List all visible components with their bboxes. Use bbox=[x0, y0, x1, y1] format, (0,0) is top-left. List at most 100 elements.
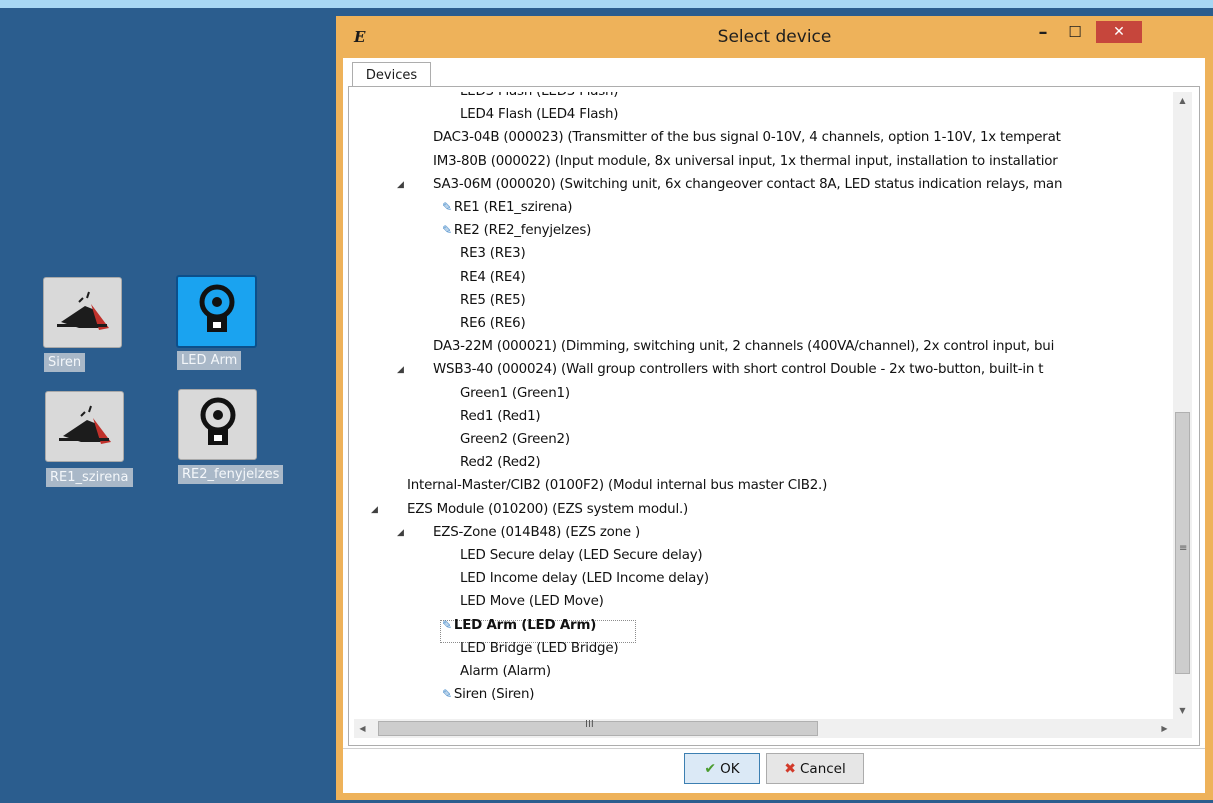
maximize-button[interactable]: ☐ bbox=[1060, 21, 1090, 43]
tree-item[interactable]: LED Secure delay (LED Secure delay) bbox=[460, 544, 703, 567]
tree-item[interactable]: Red1 (Red1) bbox=[460, 405, 541, 428]
ok-button[interactable]: ✔ OK bbox=[684, 753, 760, 784]
tile-label-siren: Siren bbox=[44, 353, 86, 372]
scroll-corner bbox=[1173, 719, 1192, 738]
scroll-right-arrow-icon[interactable]: ▶ bbox=[1156, 719, 1173, 738]
x-cancel-icon: ✖ bbox=[784, 760, 796, 777]
tree-item-label: DAC3-04B (000023) (Transmitter of the bu… bbox=[433, 130, 1061, 146]
tree-item-label: LED Income delay (LED Income delay) bbox=[460, 571, 709, 587]
top-strip bbox=[0, 0, 1213, 8]
tree-item[interactable]: RE5 (RE5) bbox=[460, 289, 526, 312]
tree-item[interactable]: ✎ RE2 (RE2_fenyjelzes) bbox=[442, 219, 591, 242]
tree-item-label: RE1 (RE1_szirena) bbox=[453, 200, 573, 215]
scroll-grip-icon: III bbox=[585, 719, 594, 730]
tree-item-label: EZS-Zone (014B48) (EZS zone ) bbox=[433, 524, 641, 540]
cancel-label: Cancel bbox=[800, 760, 846, 777]
tree-item[interactable]: RE6 (RE6) bbox=[460, 312, 526, 335]
vertical-scroll-thumb[interactable]: ≡ bbox=[1175, 412, 1190, 674]
siren-icon bbox=[56, 291, 109, 330]
tree-item[interactable]: ✎ LED Arm (LED Arm) bbox=[442, 614, 596, 637]
tree-item-label: RE3 (RE3) bbox=[460, 246, 526, 262]
tree-item[interactable]: EZS Module (010200) (EZS system modul.) bbox=[407, 498, 688, 521]
tile-label-led-arm: LED Arm bbox=[177, 351, 242, 370]
tree-item[interactable]: LED Bridge (LED Bridge) bbox=[460, 637, 619, 660]
link-pen-icon: ✎ bbox=[442, 617, 452, 632]
tile-label-re1-szirena: RE1_szirena bbox=[46, 468, 133, 487]
tile-led-arm[interactable] bbox=[176, 275, 257, 348]
tree-item[interactable]: RE3 (RE3) bbox=[460, 242, 526, 265]
tree-item[interactable]: LED Move (LED Move) bbox=[460, 590, 604, 613]
tree-item[interactable]: IM3-80B (000022) (Input module, 8x unive… bbox=[433, 150, 1058, 173]
tree-item-label: LED Arm (LED Arm) bbox=[453, 617, 597, 633]
tree-item[interactable]: RE4 (RE4) bbox=[460, 266, 526, 289]
led-bulb-icon bbox=[199, 284, 234, 332]
tree-item-label: Siren (Siren) bbox=[453, 687, 535, 703]
dialog-client: Devices LED3 Flash (LED3 Flash) LED4 Flas… bbox=[343, 58, 1205, 793]
tree-item-label: Green1 (Green1) bbox=[460, 385, 570, 401]
separator bbox=[343, 748, 1205, 749]
led-bulb-icon bbox=[200, 397, 235, 445]
tree-item[interactable]: Alarm (Alarm) bbox=[460, 660, 551, 683]
tile-label-re2-fenyjelzes: RE2_fenyjelzes bbox=[178, 465, 284, 484]
scroll-grip-icon: ≡ bbox=[1179, 543, 1188, 554]
tree-item-label: EZS Module (010200) (EZS system modul.) bbox=[407, 501, 689, 517]
title-bar[interactable]: E Select device – ☐ ✕ bbox=[336, 16, 1213, 58]
tree-item-label: RE5 (RE5) bbox=[460, 292, 526, 308]
tree-item[interactable]: SA3-06M (000020) (Switching unit, 6x cha… bbox=[433, 173, 1062, 196]
tree-item-label: Red1 (Red1) bbox=[460, 408, 541, 424]
close-button[interactable]: ✕ bbox=[1096, 21, 1142, 43]
tree-expander-icon[interactable]: ◢ bbox=[397, 174, 404, 197]
tree-item-label: Green2 (Green2) bbox=[460, 432, 570, 447]
tile-siren[interactable] bbox=[43, 277, 122, 348]
tree-item[interactable]: EZS-Zone (014B48) (EZS zone ) bbox=[433, 521, 640, 544]
tree-item[interactable]: ✎ Siren (Siren) bbox=[442, 683, 534, 706]
tree-expander-icon[interactable]: ◢ bbox=[397, 359, 404, 382]
tab-row: Devices bbox=[343, 58, 1205, 87]
tree-item[interactable]: Green1 (Green1) bbox=[460, 382, 570, 405]
link-pen-icon: ✎ bbox=[442, 223, 452, 238]
tile-re1-szirena[interactable] bbox=[45, 391, 124, 462]
tree-item-label: LED Secure delay (LED Secure delay) bbox=[460, 548, 703, 563]
tree-item[interactable]: Internal-Master/CIB2 (0100F2) (Modul int… bbox=[407, 474, 827, 497]
tree-item-label: LED4 Flash (LED4 Flash) bbox=[460, 107, 619, 123]
cancel-button[interactable]: ✖ Cancel bbox=[766, 753, 864, 784]
link-pen-icon: ✎ bbox=[442, 687, 452, 702]
tree-item[interactable]: DA3-22M (000021) (Dimming, switching uni… bbox=[433, 335, 1054, 358]
scroll-left-arrow-icon[interactable]: ◀ bbox=[354, 719, 371, 738]
scroll-up-arrow-icon[interactable]: ▲ bbox=[1173, 92, 1192, 109]
minimize-button[interactable]: – bbox=[1028, 21, 1058, 43]
tree-item[interactable]: ✎ RE1 (RE1_szirena) bbox=[442, 196, 572, 219]
tree-item-label: LED3 Flash (LED3 Flash) bbox=[460, 92, 619, 99]
tree-item-label: Internal-Master/CIB2 (0100F2) (Modul int… bbox=[407, 478, 828, 494]
tree-item[interactable]: Green2 (Green2) bbox=[460, 428, 570, 451]
tree-item-label: RE6 (RE6) bbox=[460, 316, 526, 331]
tile-re2-fenyjelzes[interactable] bbox=[178, 389, 257, 460]
vertical-scrollbar[interactable]: ▲ ≡ ▼ bbox=[1173, 92, 1192, 719]
link-pen-icon: ✎ bbox=[442, 200, 452, 214]
horizontal-scrollbar[interactable]: ◀ III ▶ bbox=[354, 719, 1173, 738]
tree-item[interactable]: WSB3-40 (000024) (Wall group controllers… bbox=[433, 358, 1043, 381]
tree-item-label: DA3-22M (000021) (Dimming, switching uni… bbox=[433, 339, 1055, 355]
tree-item-label: Red2 (Red2) bbox=[460, 455, 541, 471]
tree-expander-icon[interactable]: ◢ bbox=[371, 499, 378, 522]
tree-item-label: LED Bridge (LED Bridge) bbox=[460, 640, 619, 656]
scroll-down-arrow-icon[interactable]: ▼ bbox=[1173, 702, 1192, 719]
device-tree[interactable]: LED3 Flash (LED3 Flash) LED4 Flash (LED4 … bbox=[354, 92, 1172, 719]
tree-item[interactable]: LED3 Flash (LED3 Flash) bbox=[460, 92, 619, 103]
devices-panel: LED3 Flash (LED3 Flash) LED4 Flash (LED4 … bbox=[348, 86, 1200, 746]
tab-devices[interactable]: Devices bbox=[352, 62, 431, 87]
tree-item-label: RE2 (RE2_fenyjelzes) bbox=[453, 223, 592, 239]
tree-item-label: WSB3-40 (000024) (Wall group controllers… bbox=[433, 362, 1044, 378]
checkmark-icon: ✔ bbox=[704, 760, 717, 777]
tree-item-label: SA3-06M (000020) (Switching unit, 6x cha… bbox=[433, 176, 1063, 192]
tree-item[interactable]: Red2 (Red2) bbox=[460, 451, 541, 474]
tree-expander-icon[interactable]: ◢ bbox=[397, 522, 404, 545]
select-device-dialog: E Select device – ☐ ✕ Devices LED3 Flash… bbox=[336, 16, 1213, 800]
tree-item[interactable]: LED4 Flash (LED4 Flash) bbox=[460, 103, 619, 126]
siren-icon bbox=[58, 405, 111, 444]
horizontal-scroll-thumb[interactable]: III bbox=[378, 719, 818, 736]
tree-item-label: LED Move (LED Move) bbox=[460, 594, 604, 610]
tree-item[interactable]: DAC3-04B (000023) (Transmitter of the bu… bbox=[433, 126, 1061, 149]
tree-item[interactable]: LED Income delay (LED Income delay) bbox=[460, 567, 709, 590]
ok-label: OK bbox=[720, 760, 740, 777]
